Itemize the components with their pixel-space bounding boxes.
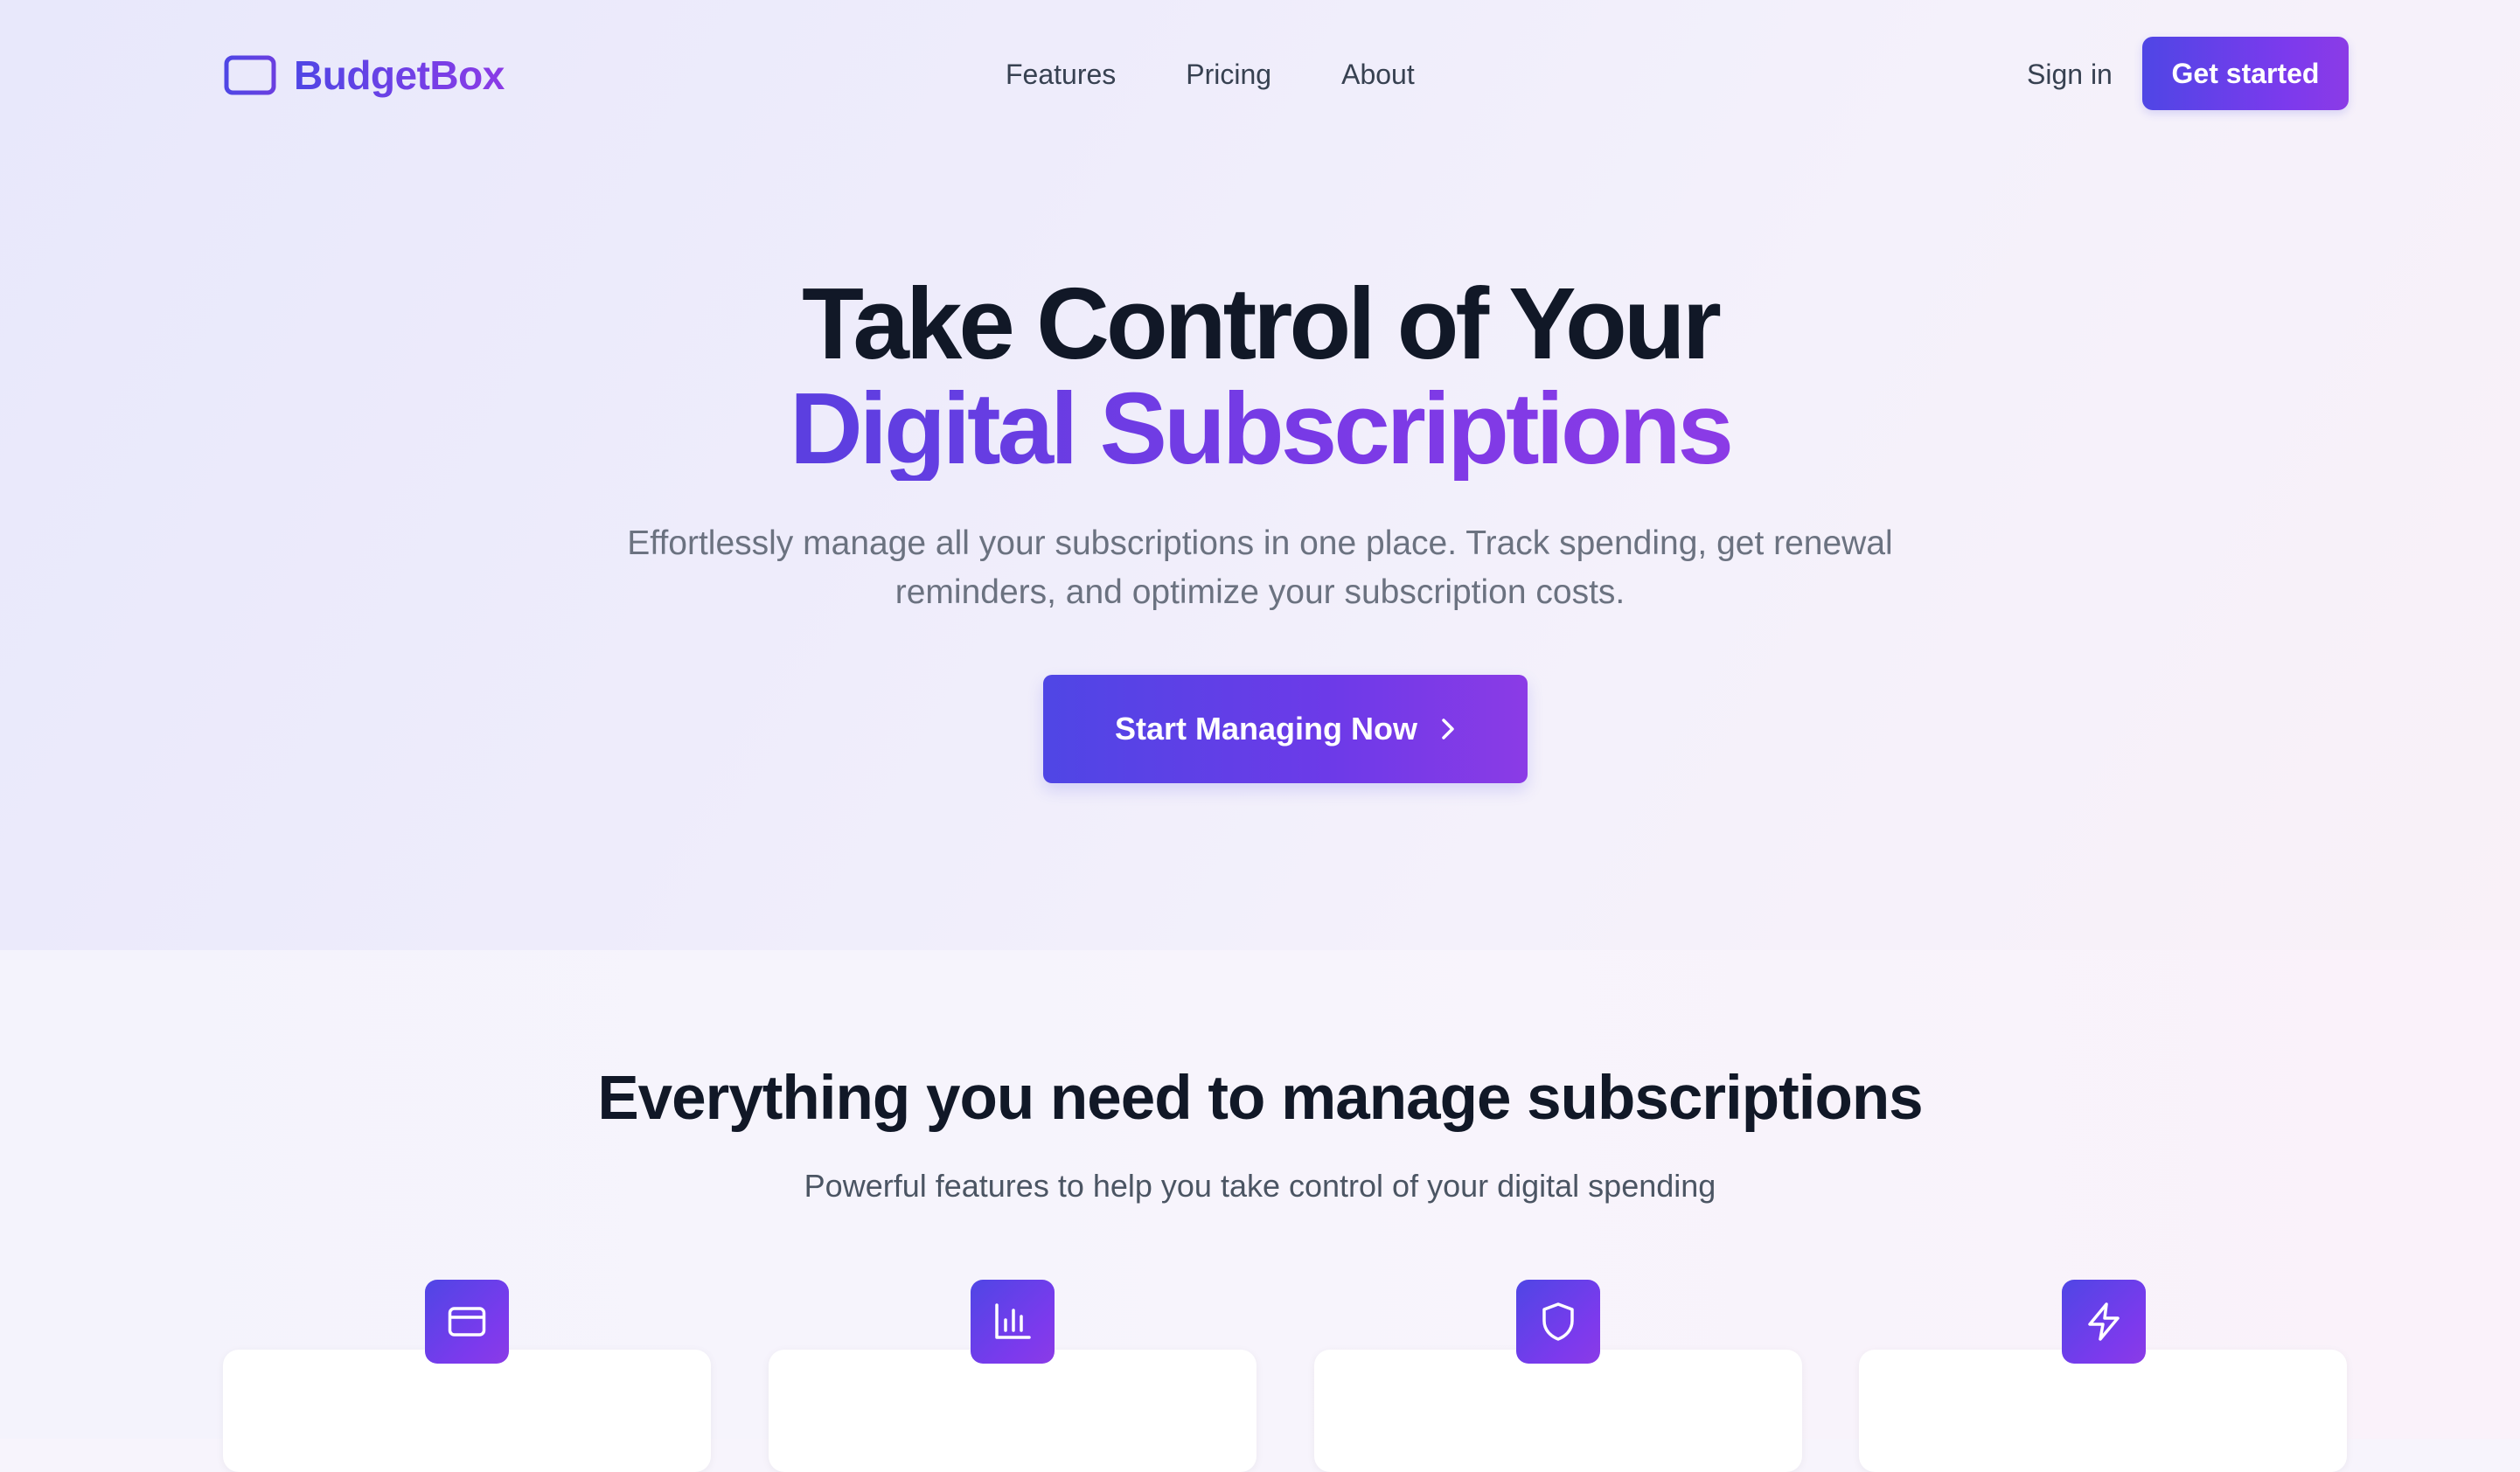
features-title: Everything you need to manage subscripti… [597,1064,1923,1133]
lightning-icon [2062,1280,2146,1364]
nav-link-about[interactable]: About [1341,52,1415,96]
hero-title-line2: Digital Subscriptions [789,371,1734,485]
nav-link-pricing[interactable]: Pricing [1186,52,1271,96]
feature-card [223,1350,711,1472]
credit-card-icon [224,55,276,95]
start-managing-button[interactable]: Start Managing Now [1043,675,1528,783]
shield-icon [1516,1280,1600,1364]
sign-in-link[interactable]: Sign in [2027,52,2113,96]
hero-title-line1: Take Control of Your [802,267,1722,380]
hero-title: Take Control of Your Digital Subscriptio… [0,271,2520,481]
brand-logo-link[interactable]: BudgetBox [224,49,505,101]
chevron-right-icon [1440,717,1456,741]
features-subtitle: Powerful features to help you take contr… [804,1168,1716,1204]
feature-card [769,1350,1257,1472]
hero-subtitle: Effortlessly manage all your subscriptio… [627,524,1893,611]
get-started-button[interactable]: Get started [2142,37,2349,110]
bar-chart-icon [971,1280,1055,1364]
feature-card [1859,1350,2347,1472]
main-nav: Features Pricing About [1006,52,1415,96]
nav-link-features[interactable]: Features [1006,52,1116,96]
brand-name: BudgetBox [294,52,505,98]
cta-label: Start Managing Now [1114,711,1417,746]
feature-card [1314,1350,1802,1472]
credit-card-icon [425,1280,509,1364]
